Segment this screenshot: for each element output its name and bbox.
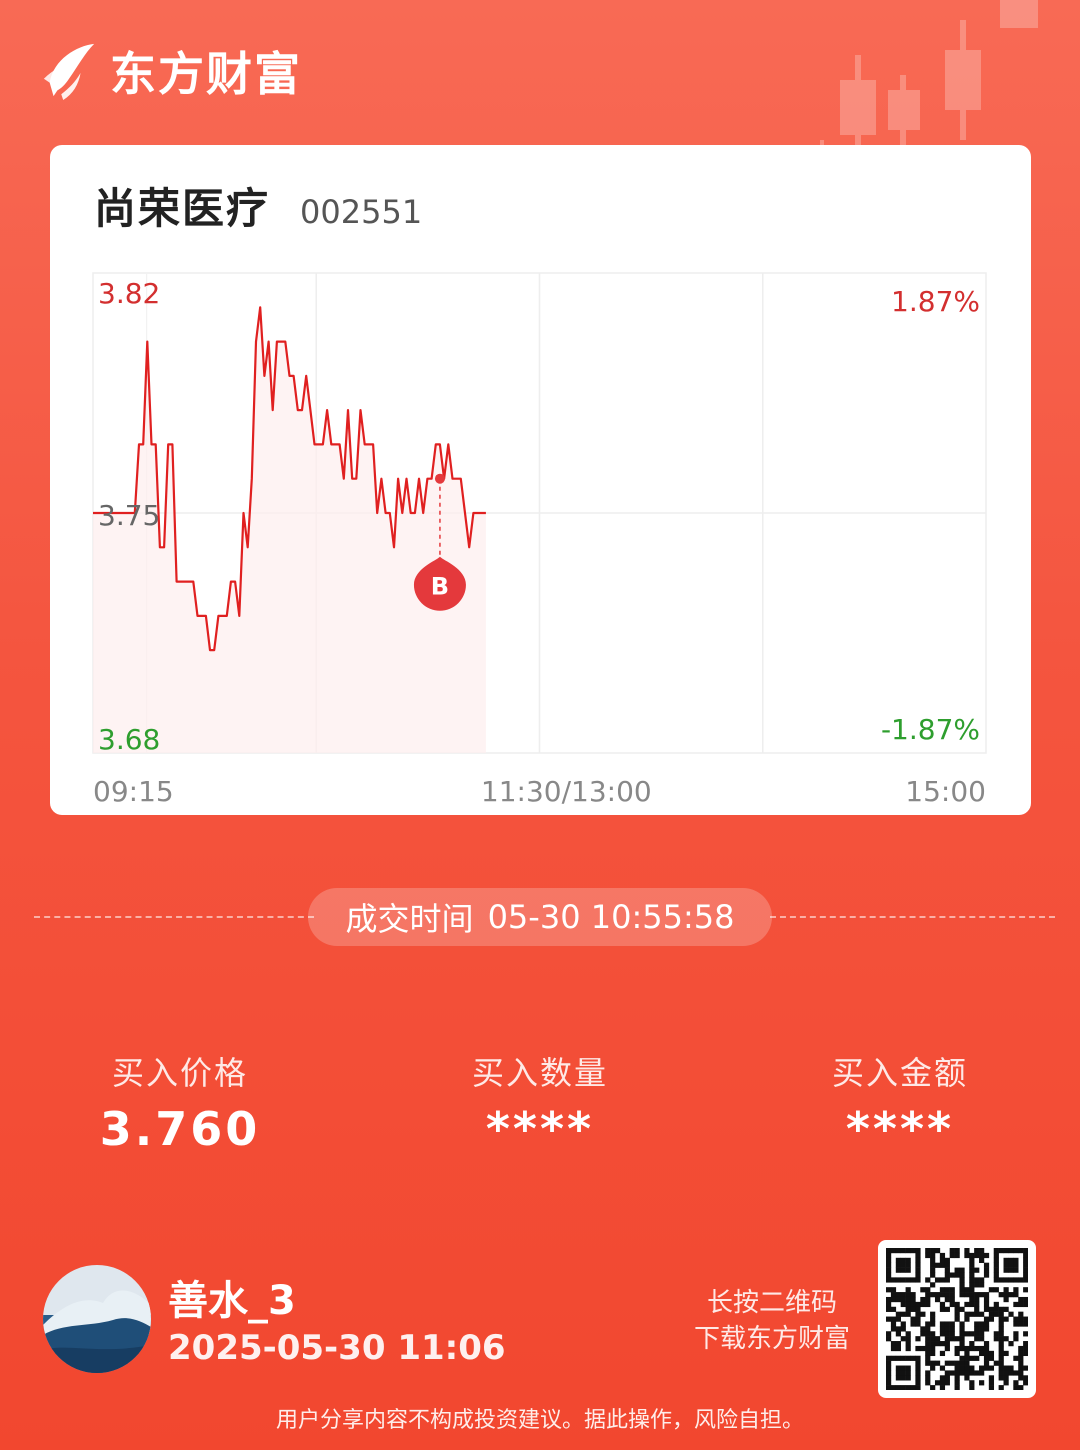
feather-logo-icon [43,43,95,100]
wave-avatar-icon [43,1265,151,1373]
stat-buy-price: 买入价格 3.760 [60,1048,300,1156]
trade-time-value: 05-30 10:55:58 [487,898,735,936]
x-tick-label: 15:00 [905,775,986,808]
pct-max-label: 1.87% [891,285,980,318]
disclaimer: 用户分享内容不构成投资建议。据此操作，风险自担。 [275,1408,804,1433]
decorative-candles [820,0,1038,150]
stat-buy-quantity: 买入数量 **** [420,1048,660,1156]
stock-card: 尚荣医疗 002551 3.82 3.75 3.68 1.87% -1.87% 09:15… [50,145,1031,815]
intraday-chart: 3.82 3.75 3.68 1.87% -1.87% 09:15 11:30/13:00 1… [92,272,987,808]
qr-hint-line2: 下载东方财富 [693,1324,850,1354]
trade-time-row: 成交时间 05-30 10:55:58 [0,888,1080,946]
stat-value: **** [485,1102,595,1156]
stat-value: 3.760 [99,1102,261,1156]
dashed-divider-right [770,916,1055,918]
pct-min-label: -1.87% [881,713,980,746]
trade-time-label: 成交时间 [345,900,474,938]
dashed-divider-left [34,916,314,918]
stat-label: 买入金额 [831,1054,968,1092]
qr-code-icon[interactable] [878,1240,1036,1398]
brand-name: 东方财富 [110,47,302,101]
user-name: 善水_3 [168,1278,296,1324]
price-mid-label: 3.75 [98,499,160,532]
trade-marker-label: B [431,573,449,601]
brand-header: 东方财富 [40,38,302,104]
stat-label: 买入价格 [111,1054,248,1092]
price-max-label: 3.82 [98,277,160,310]
x-tick-label: 11:30/13:00 [481,775,652,808]
x-tick-label: 09:15 [93,775,174,808]
stat-value: **** [845,1102,955,1156]
stat-buy-amount: 买入金额 **** [780,1048,1020,1156]
stat-label: 买入数量 [471,1054,608,1092]
price-min-label: 3.68 [98,723,160,756]
qr-hint-line1: 长按二维码 [706,1288,837,1318]
trade-time-pill: 成交时间 05-30 10:55:58 [308,888,772,946]
qr-hint: 长按二维码 下载东方财富 [694,1285,850,1357]
share-time: 2025-05-30 11:06 [168,1328,506,1368]
